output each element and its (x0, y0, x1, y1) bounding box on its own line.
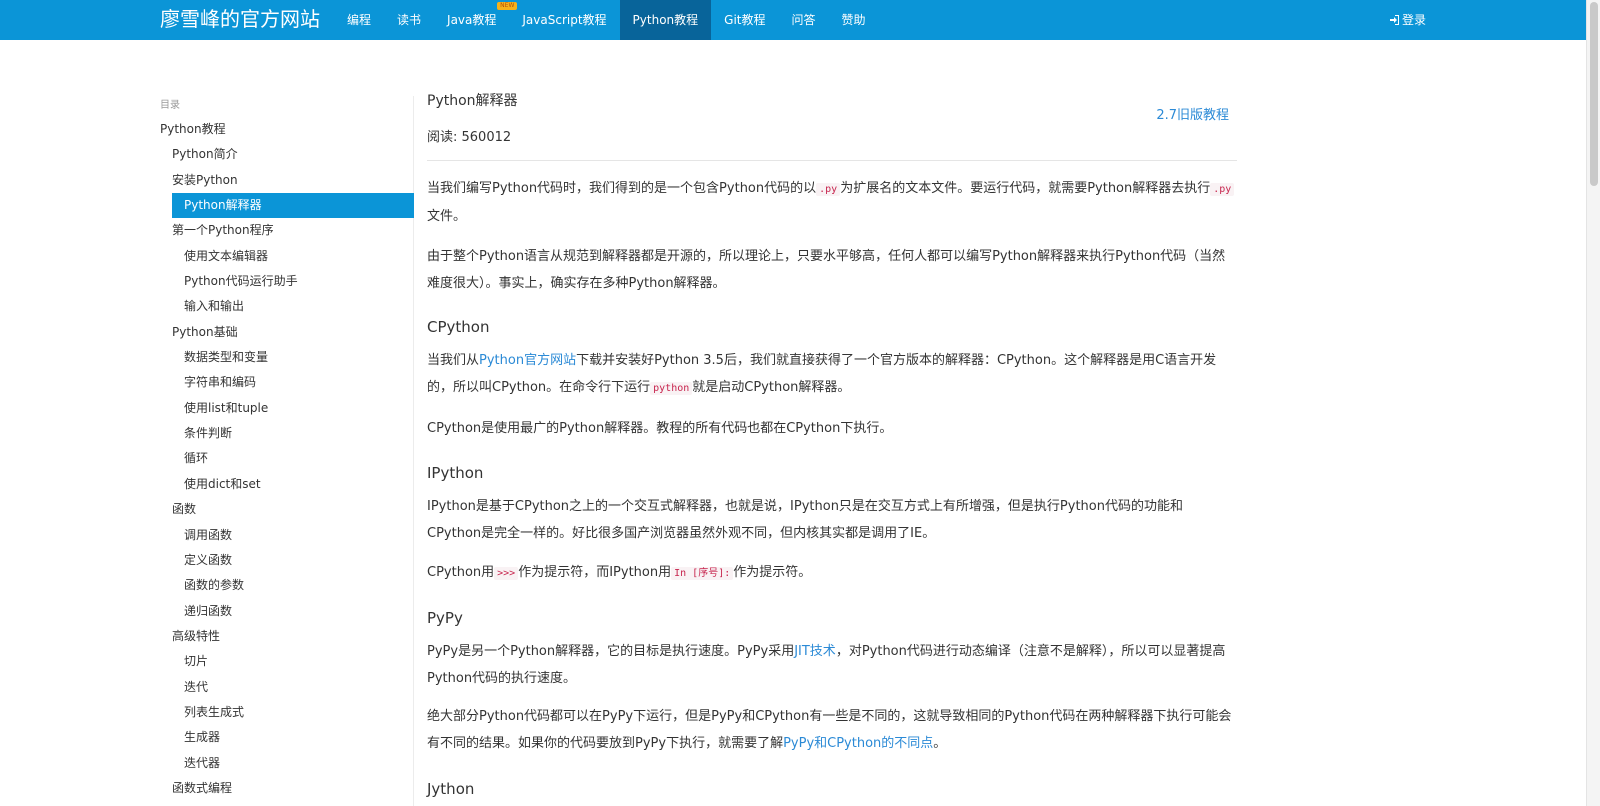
toc-item[interactable]: 递归函数 (160, 599, 414, 624)
inline-code: .py (816, 183, 841, 196)
pypy-differences-link[interactable]: PyPy和CPython的不同点 (783, 736, 933, 751)
article: Python解释器 2.7旧版教程 阅读: 560012 当我们编写Python… (427, 88, 1237, 806)
paragraph: 当我们编写Python代码时，我们得到的是一个包含Python代码的以 .py 为扩… (427, 176, 1237, 230)
text: PyPy是另一个Python解释器，它的目标是执行速度。PyPy采用 (427, 644, 795, 659)
toc-sidebar: 目录 Python教程 Python简介 安装Python Python解释器 第一个P… (160, 96, 414, 806)
text: 当我们从 (427, 353, 480, 368)
main-nav: 编程 读书 Java教程 NEW JavaScript教程 Python教程 Gi… (334, 0, 879, 40)
inline-code: In [序号]: (671, 567, 734, 580)
toc-item[interactable]: 条件判断 (160, 421, 414, 446)
page-scrollbar[interactable] (1586, 0, 1600, 806)
paragraph: CPython是使用最广的Python解释器。教程的所有代码也都在CPython… (427, 421, 893, 436)
toc-item[interactable]: Python解释器 (172, 193, 414, 219)
toc-item[interactable]: Python代码运行助手 (160, 269, 414, 294)
top-navbar: 廖雪峰的官方网站 编程 读书 Java教程 NEW JavaScript教程 Py… (0, 0, 1586, 40)
paragraph: IPython是基于CPython之上的一个交互式解释器，也就是说，IPytho… (427, 499, 1183, 541)
paragraph: 由于整个Python语言从规范到解释器都是开源的，所以理论上，只要水平够高，任何… (427, 249, 1226, 291)
nav-label: 赞助 (841, 13, 866, 27)
toc-item[interactable]: 高级特性 (160, 624, 414, 649)
nav-label: JavaScript教程 (522, 13, 607, 27)
toc-item[interactable]: 函数式编程 (160, 776, 414, 801)
toc-item[interactable]: 调用函数 (160, 523, 414, 548)
python-official-site-link[interactable]: Python官方网站 (479, 353, 576, 368)
toc-item[interactable]: Python简介 (160, 142, 414, 167)
toc-item[interactable]: 使用dict和set (160, 472, 414, 497)
jit-link[interactable]: JIT技术 (794, 644, 836, 659)
heading-cpython: CPython (427, 318, 490, 336)
toc-item[interactable]: 定义函数 (160, 548, 414, 573)
read-count-value: 560012 (461, 130, 512, 145)
divider (427, 160, 1237, 161)
paragraph: PyPy是另一个Python解释器，它的目标是执行速度。PyPy采用JIT技术，… (427, 639, 1237, 692)
text: 当我们编写Python代码时，我们得到的是一个包含Python代码的以 (427, 181, 817, 196)
read-count: 阅读: 560012 (427, 126, 511, 145)
nav-item-javascript[interactable]: JavaScript教程 (509, 0, 619, 40)
text: 作为提示符，而IPython用 (518, 565, 672, 580)
toc-item[interactable]: 字符串和编码 (160, 370, 414, 395)
text: 为扩展名的文本文件。要运行代码，就需要Python解释器去执行 (840, 181, 1211, 196)
inline-code: .py (1210, 183, 1235, 196)
login-label: 登录 (1402, 13, 1427, 27)
toc-item[interactable]: 函数的参数 (160, 573, 414, 598)
read-count-label: 阅读: (427, 130, 462, 145)
inline-code: python (650, 381, 693, 395)
text: 作为提示符。 (733, 565, 812, 580)
toc-item[interactable]: 使用文本编辑器 (160, 244, 414, 269)
nav-item-git[interactable]: Git教程 (711, 0, 778, 40)
old-version-link[interactable]: 2.7旧版教程 (1156, 104, 1229, 123)
login-button[interactable]: 登录 (1389, 0, 1426, 40)
toc-item[interactable]: 使用list和tuple (160, 396, 414, 421)
nav-item-qa[interactable]: 问答 (779, 0, 829, 40)
heading-pypy: PyPy (427, 609, 463, 627)
page-title: Python解释器 (427, 93, 518, 109)
text: CPython用 (427, 565, 495, 580)
toc-list: Python教程 Python简介 安装Python Python解释器 第一个Pyth… (160, 117, 414, 801)
nav-item-reading[interactable]: 读书 (384, 0, 434, 40)
heading-jython: Jython (427, 780, 475, 798)
site-brand[interactable]: 廖雪峰的官方网站 (160, 6, 320, 32)
inline-code: >>> (494, 567, 519, 580)
nav-label: Python教程 (632, 13, 699, 27)
heading-ipython: IPython (427, 464, 484, 482)
toc-item[interactable]: 循环 (160, 446, 414, 471)
toc-item[interactable]: 迭代器 (160, 751, 414, 776)
toc-item[interactable]: 切片 (160, 649, 414, 674)
text: 就是启动CPython解释器。 (692, 379, 851, 395)
text: 。 (933, 735, 947, 751)
toc-item[interactable]: 第一个Python程序 (160, 218, 414, 243)
scrollbar-thumb[interactable] (1590, 2, 1598, 186)
nav-label: 问答 (791, 13, 816, 27)
paragraph: CPython用 >>> 作为提示符，而IPython用 In [序号]: 作为提示符。 (427, 560, 1237, 588)
toc-item[interactable]: 函数 (160, 497, 414, 522)
text: 文件。 (427, 208, 467, 224)
toc-item[interactable]: 迭代 (160, 675, 414, 700)
nav-label: 编程 (347, 13, 372, 27)
nav-label: Java教程 (447, 13, 497, 27)
toc-item[interactable]: 生成器 (160, 725, 414, 750)
nav-item-programming[interactable]: 编程 (334, 0, 384, 40)
toc-item[interactable]: 安装Python (160, 168, 414, 193)
toc-item[interactable]: 列表生成式 (160, 700, 414, 725)
nav-item-java[interactable]: Java教程 NEW (434, 0, 518, 40)
paragraph: 绝大部分Python代码都可以在PyPy下运行，但是PyPy和CPython有一… (427, 704, 1237, 757)
nav-item-python[interactable]: Python教程 (619, 0, 712, 40)
paragraph: 当我们从Python官方网站下载并安装好Python 3.5后，我们就直接获得了… (427, 348, 1237, 402)
toc-item[interactable]: Python教程 (160, 117, 414, 142)
sign-in-icon (1390, 15, 1399, 25)
toc-item[interactable]: 数据类型和变量 (160, 345, 414, 370)
nav-label: Git教程 (724, 13, 766, 27)
nav-label: 读书 (397, 13, 422, 27)
toc-item[interactable]: 输入和输出 (160, 294, 414, 319)
toc-item[interactable]: Python基础 (160, 320, 414, 345)
toc-label: 目录 (160, 100, 180, 111)
nav-item-sponsor[interactable]: 赞助 (829, 0, 879, 40)
